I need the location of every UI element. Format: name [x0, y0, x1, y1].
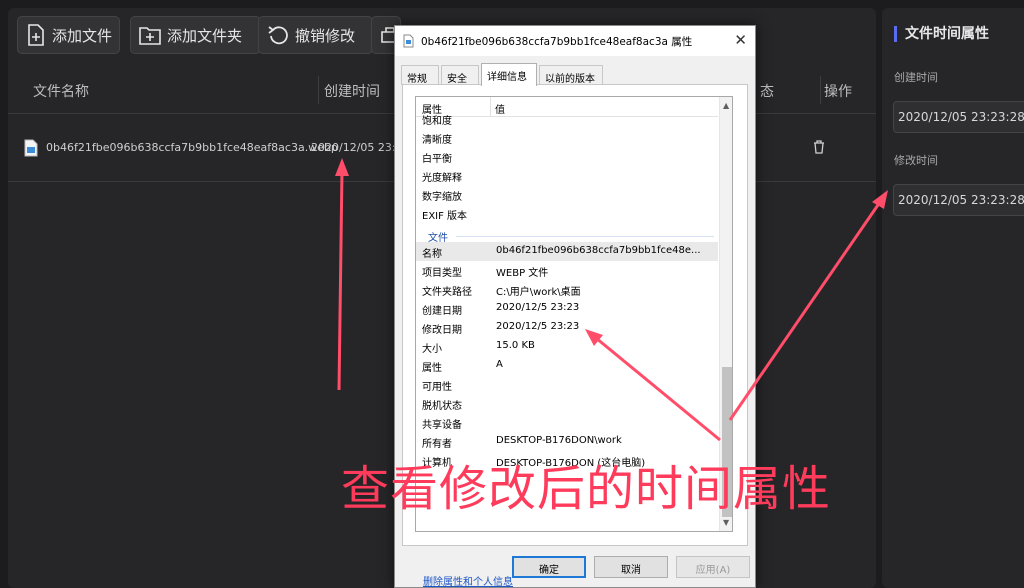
add-file-button[interactable]: 添加文件 [17, 16, 120, 54]
file-icon [403, 34, 414, 48]
add-file-icon [28, 24, 44, 46]
property-name: 修改日期 [422, 325, 462, 336]
group-divider [456, 236, 714, 237]
property-value: A [496, 359, 503, 370]
property-name: 白平衡 [422, 154, 452, 165]
property-name: 可用性 [422, 382, 452, 393]
column-header-status: 态 [760, 84, 774, 100]
dialog-title-bar[interactable]: 0b46f21fbe096b638ccfa7b9bb1fce48eaf8ac3a… [395, 26, 755, 56]
file-created-time: 2020/12/05 23:2 [311, 141, 403, 154]
file-time-attributes-panel: 文件时间属性 创建时间 2020/12/05 23:23:28 修改时间 202… [882, 8, 1024, 588]
trash-icon[interactable] [813, 140, 825, 154]
property-name: 项目类型 [422, 268, 462, 279]
property-row[interactable]: 修改日期 2020/12/5 23:23 [416, 318, 718, 337]
remove-properties-link[interactable]: 删除属性和个人信息 [423, 573, 513, 588]
tab-details[interactable]: 详细信息 [481, 63, 537, 86]
close-icon[interactable]: ✕ [734, 31, 747, 49]
scroll-up-icon[interactable]: ▲ [723, 101, 729, 110]
ok-button[interactable]: 确定 [512, 556, 586, 578]
property-row[interactable]: 白平衡 [416, 147, 718, 166]
column-header-created: 创建时间 [324, 84, 380, 100]
property-row[interactable]: 创建日期 2020/12/5 23:23 [416, 299, 718, 318]
property-name: 清晰度 [422, 135, 452, 146]
created-time-input[interactable]: 2020/12/05 23:23:28 [893, 101, 1024, 133]
tab-previous-versions[interactable]: 以前的版本 [539, 65, 603, 85]
property-row[interactable]: 名称 0b46f21fbe096b638ccfa7b9bb1fce48e... [416, 242, 718, 261]
property-name: 属性 [422, 363, 442, 374]
property-row[interactable]: 文件夹路径 C:\用户\work\桌面 [416, 280, 718, 299]
property-row[interactable]: 共享设备 [416, 413, 718, 432]
created-time-label: 创建时间 [894, 71, 938, 84]
property-name: 饱和度 [422, 116, 452, 127]
tab-security[interactable]: 安全 [441, 65, 479, 85]
modified-time-label: 修改时间 [894, 154, 938, 167]
property-name: EXIF 版本 [422, 211, 468, 222]
add-folder-label: 添加文件夹 [167, 26, 243, 45]
property-row[interactable]: 属性 A [416, 356, 718, 375]
property-value: 2020/12/5 23:23 [496, 302, 580, 313]
add-file-label: 添加文件 [52, 26, 113, 45]
property-row[interactable]: 光度解释 [416, 166, 718, 185]
property-row[interactable]: 可用性 [416, 375, 718, 394]
column-divider [318, 76, 319, 104]
property-name: 光度解释 [422, 173, 462, 184]
property-value: C:\用户\work\桌面 [496, 287, 581, 298]
undo-changes-button[interactable]: 撤销修改 [258, 16, 373, 54]
column-divider [820, 76, 821, 104]
scroll-down-icon[interactable]: ▼ [723, 518, 729, 527]
column-header-name: 文件名称 [33, 84, 89, 100]
add-folder-button[interactable]: 添加文件夹 [130, 16, 261, 54]
add-folder-icon [139, 27, 161, 45]
apply-button[interactable]: 应用(A) [676, 556, 750, 578]
property-name: 数字缩放 [422, 192, 462, 203]
property-name: 共享设备 [422, 420, 462, 431]
property-name: 脱机状态 [422, 401, 462, 412]
property-name: 大小 [422, 344, 442, 355]
undo-label: 撤销修改 [295, 26, 356, 45]
property-name: 名称 [422, 249, 442, 260]
property-row[interactable]: 清晰度 [416, 128, 718, 147]
file-name: 0b46f21fbe096b638ccfa7b9bb1fce48eaf8ac3a… [46, 141, 338, 154]
modified-time-input[interactable]: 2020/12/05 23:23:28 [893, 184, 1024, 216]
property-row[interactable]: 饱和度 [416, 109, 718, 128]
property-name: 文件夹路径 [422, 287, 472, 298]
property-value: DESKTOP-B176DON\work [496, 435, 622, 446]
column-header-actions: 操作 [824, 84, 852, 100]
dialog-title: 0b46f21fbe096b638ccfa7b9bb1fce48eaf8ac3a… [421, 36, 693, 48]
annotation-caption: 查看修改后的时间属性 [341, 461, 832, 517]
cancel-button[interactable]: 取消 [594, 556, 668, 578]
property-value: 15.0 KB [496, 340, 535, 351]
image-file-icon [24, 139, 38, 157]
property-value: WEBP 文件 [496, 268, 549, 279]
side-panel-title: 文件时间属性 [894, 26, 989, 42]
property-name: 创建日期 [422, 306, 462, 317]
tab-general[interactable]: 常规 [401, 65, 439, 85]
property-row[interactable]: 所有者 DESKTOP-B176DON\work [416, 432, 718, 451]
property-value: 2020/12/5 23:23 [496, 321, 580, 332]
property-row[interactable]: 脱机状态 [416, 394, 718, 413]
undo-icon [268, 26, 288, 45]
property-row[interactable]: 项目类型 WEBP 文件 [416, 261, 718, 280]
property-row[interactable]: EXIF 版本 [416, 204, 718, 223]
property-row[interactable]: 数字缩放 [416, 185, 718, 204]
property-row[interactable]: 大小 15.0 KB [416, 337, 718, 356]
property-value: 0b46f21fbe096b638ccfa7b9bb1fce48e... [496, 245, 701, 256]
property-name: 所有者 [422, 439, 452, 450]
